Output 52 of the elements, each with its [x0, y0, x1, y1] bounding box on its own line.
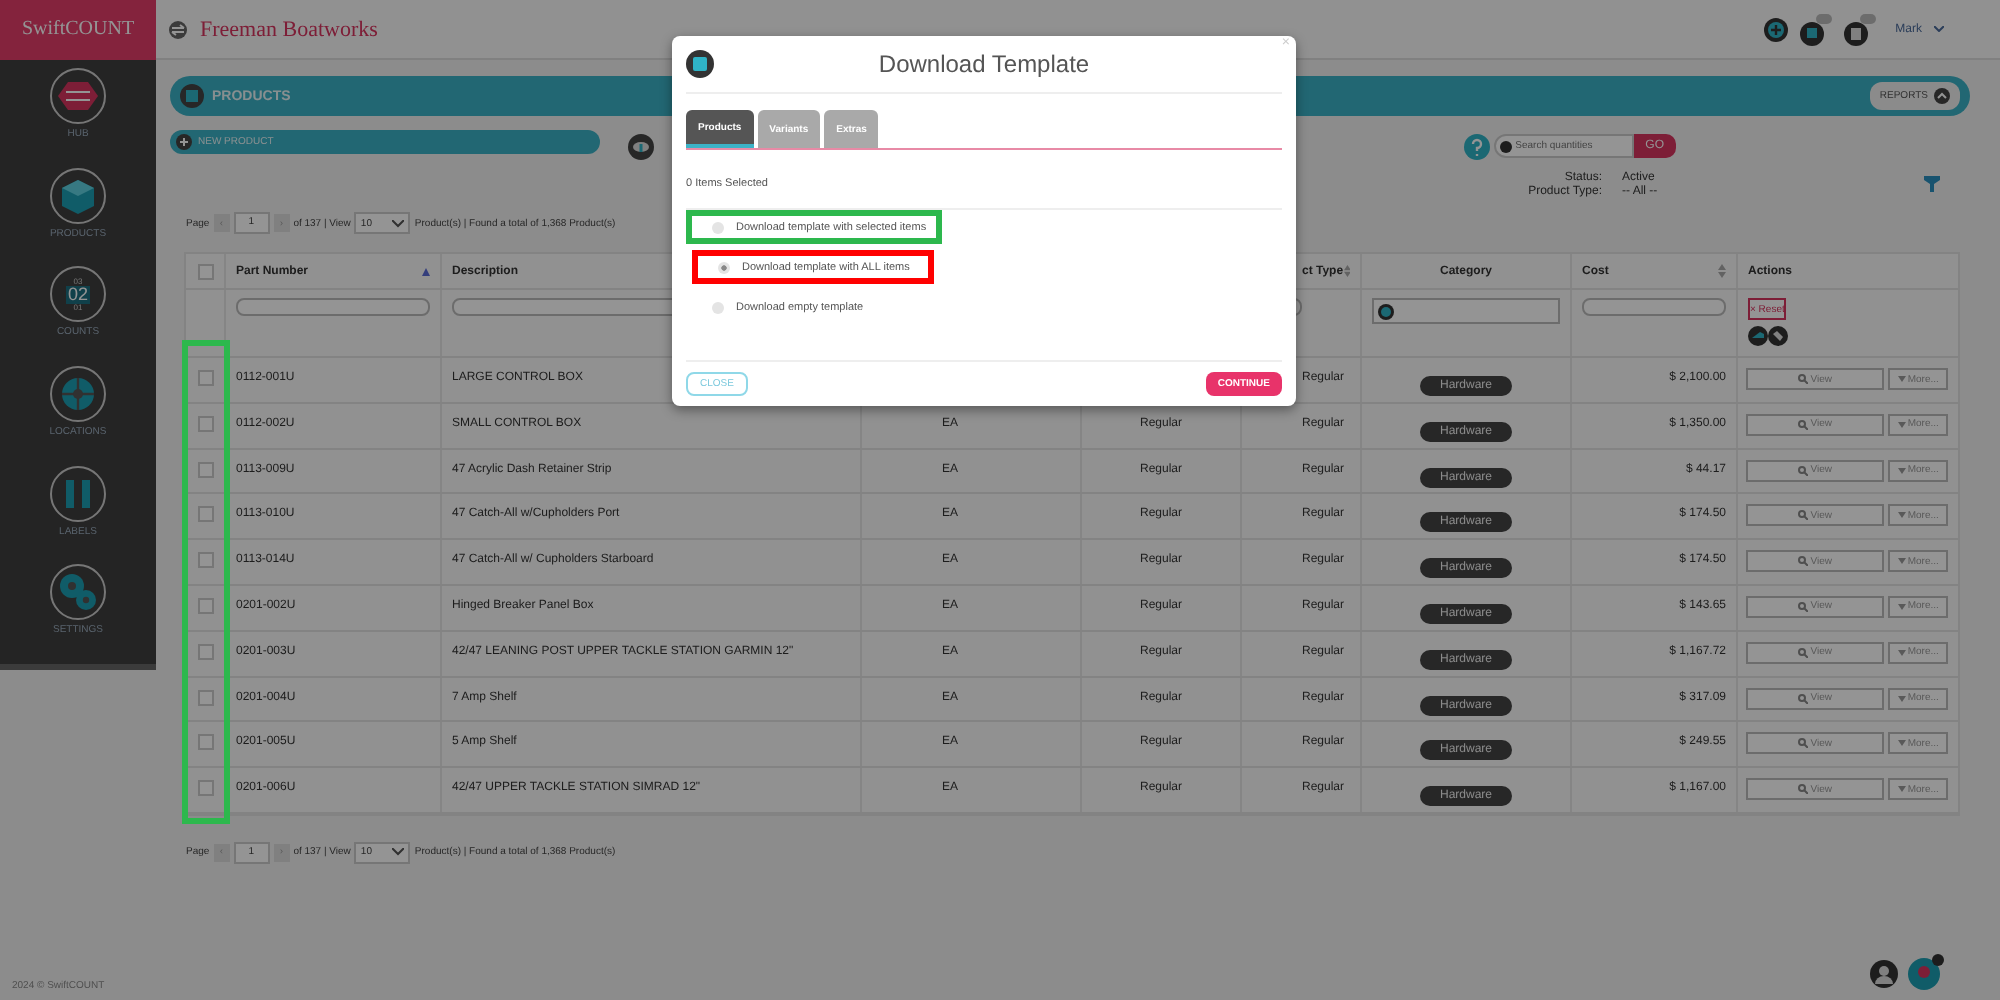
row-checkbox[interactable] [197, 780, 213, 797]
caret-icon [1897, 421, 1906, 428]
company-name: Freeman Boatworks [200, 17, 378, 41]
gears-icon [56, 570, 100, 615]
box-icon [58, 175, 98, 216]
box-icon [180, 84, 204, 108]
sort-icon[interactable] [1718, 264, 1726, 278]
avatar-icon[interactable] [1870, 960, 1898, 988]
tag-icon[interactable] [1768, 326, 1788, 346]
filter-icon[interactable] [1924, 176, 1940, 192]
caret-icon [1897, 376, 1906, 382]
chevron-icon [392, 219, 405, 227]
dialog-title: Download Template [876, 50, 1092, 78]
filter-field[interactable] [236, 298, 430, 316]
radio-button[interactable] [718, 261, 730, 273]
row-checkbox[interactable] [197, 461, 213, 478]
caret-icon [1897, 649, 1906, 656]
row-checkbox[interactable] [197, 643, 213, 660]
caret-icon [1897, 558, 1906, 565]
row-checkbox[interactable] [197, 415, 213, 432]
row-checkbox[interactable] [197, 552, 213, 569]
radio-button[interactable] [712, 301, 724, 313]
help-icon[interactable] [1463, 134, 1490, 160]
hub-icon [58, 76, 98, 116]
add-icon[interactable] [1763, 17, 1788, 41]
radio-button[interactable] [712, 221, 724, 233]
caret-icon[interactable] [1934, 26, 1944, 32]
row-checkbox[interactable] [197, 734, 213, 751]
swap-icon[interactable] [168, 19, 188, 39]
support-icon[interactable] [1908, 954, 1944, 990]
caret-icon [1897, 740, 1906, 747]
chevron-icon [392, 848, 405, 857]
sort-ascending-icon[interactable] [422, 267, 430, 275]
row-checkbox[interactable] [197, 597, 213, 614]
row-checkbox[interactable] [197, 689, 213, 706]
box-icon [686, 50, 714, 78]
filter-field[interactable] [1582, 298, 1726, 316]
caret-icon [1897, 786, 1906, 793]
caret-icon [1897, 695, 1906, 702]
brand-logo[interactable]: SwiftCOUNT [0, 0, 156, 59]
row-checkbox[interactable] [197, 370, 213, 386]
category-filter-field[interactable] [1372, 298, 1560, 324]
caret-icon [1897, 512, 1906, 519]
row-checkbox[interactable] [197, 506, 213, 523]
sort-icon[interactable] [1343, 264, 1350, 278]
notification-icon[interactable] [1799, 13, 1832, 45]
select-all-checkbox[interactable] [197, 263, 213, 279]
document-icon[interactable] [1843, 13, 1876, 45]
caret-icon [1897, 603, 1906, 610]
globe-icon [58, 374, 98, 415]
caret-icon [1897, 467, 1906, 474]
shoe-icon[interactable] [1748, 326, 1768, 346]
